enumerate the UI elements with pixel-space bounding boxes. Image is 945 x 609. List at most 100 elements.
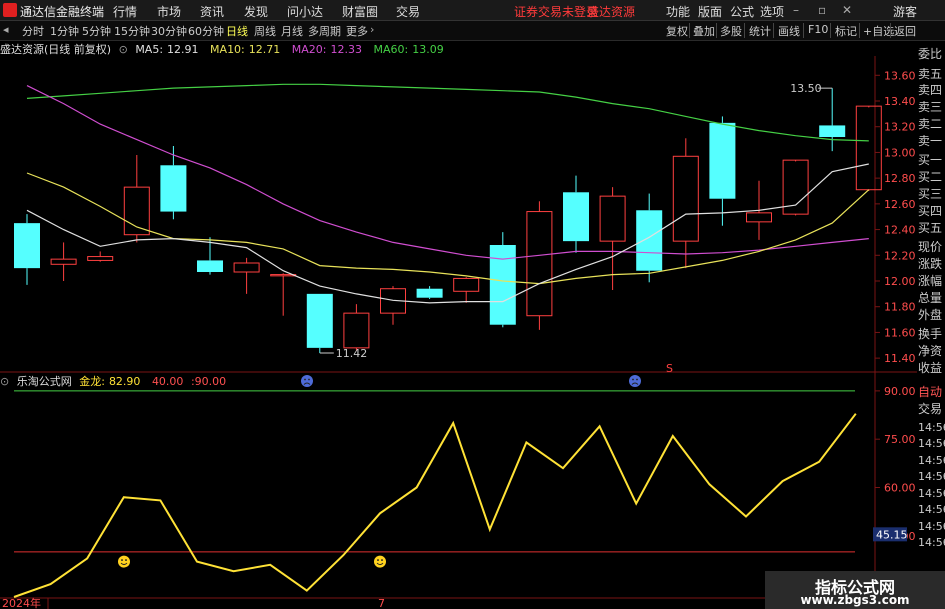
side-label-buy2[interactable]: 买二	[918, 168, 942, 185]
side-label-change-pct[interactable]: 涨幅	[918, 272, 942, 289]
tick-time: 14:56	[918, 503, 945, 516]
price-tick-label: 12.80	[884, 172, 916, 185]
tab-30min[interactable]: 30分钟	[151, 23, 187, 39]
tool-return[interactable]: 返回	[892, 23, 918, 39]
price-tick-label: 11.60	[884, 326, 916, 339]
tool-multi-stock[interactable]: 多股	[718, 23, 744, 39]
tool-draw[interactable]: 画线	[776, 23, 802, 39]
nav-back-icon[interactable]: ◂	[3, 23, 9, 36]
price-tick-label: 11.80	[884, 301, 916, 314]
tab-timeshare[interactable]: 分时	[22, 23, 44, 39]
tool-adjust[interactable]: 复权	[664, 23, 690, 39]
tab-more[interactable]: 更多	[346, 23, 368, 39]
signal-face	[118, 555, 130, 568]
chart-area[interactable]: 11.40 11.60 11.80 12.00 12.20 12.40 12.60 12.80…	[0, 41, 917, 609]
tool-overlay[interactable]: 叠加	[691, 23, 717, 39]
tab-multi-period[interactable]: 多周期	[308, 23, 341, 39]
candle-body	[855, 105, 882, 191]
side-label-sell5[interactable]: 卖五	[918, 65, 942, 82]
tab-1min[interactable]: 1分钟	[50, 23, 79, 39]
side-label-net-assets[interactable]: 净资	[918, 342, 942, 359]
indicator-tick-label: 75.00	[884, 433, 916, 446]
candle	[563, 175, 589, 253]
minimize-icon[interactable]: –	[793, 3, 799, 17]
menu-market[interactable]: 市场	[157, 3, 181, 20]
menu-ask[interactable]: 问小达	[287, 3, 323, 20]
side-label-change[interactable]: 涨跌	[918, 255, 942, 272]
candle	[343, 304, 370, 351]
candle	[306, 293, 333, 353]
date-label: 2024年	[2, 596, 41, 609]
menu-trade[interactable]: 交易	[396, 3, 420, 20]
side-label-turnover[interactable]: 换手	[918, 325, 942, 342]
toolbar-divider	[890, 23, 891, 38]
signal-face	[629, 375, 641, 387]
tab-15min[interactable]: 15分钟	[114, 23, 150, 39]
trade-label[interactable]: 交易	[918, 400, 942, 417]
candle	[270, 273, 297, 316]
side-label-sell2[interactable]: 卖二	[918, 115, 942, 132]
low-price-label: 11.42	[336, 347, 368, 360]
side-label-buy5[interactable]: 买五	[918, 219, 942, 236]
tick-time: 14:56	[918, 520, 945, 533]
toolbar-divider	[744, 23, 745, 38]
close-icon[interactable]: ✕	[842, 3, 852, 17]
restore-icon[interactable]: ▫	[818, 3, 826, 17]
menu-formula[interactable]: 公式	[730, 3, 754, 20]
side-label-buy1[interactable]: 买一	[918, 151, 942, 168]
indicator-tick-label: 90.00	[884, 385, 916, 398]
tool-statistics[interactable]: 统计	[747, 23, 773, 39]
indicator-series	[13, 375, 857, 598]
toolbar-divider	[773, 23, 774, 38]
candle-body	[746, 212, 772, 223]
indicator-tick-label: 60.00	[884, 482, 916, 495]
tick-time: 14:56	[918, 437, 945, 450]
menu-discover[interactable]: 发现	[244, 3, 268, 20]
candle-body	[636, 210, 663, 271]
side-label-price[interactable]: 现价	[918, 238, 942, 255]
tab-5min[interactable]: 5分钟	[82, 23, 111, 39]
side-label-sell4[interactable]: 卖四	[918, 81, 942, 98]
side-label-buy3[interactable]: 买三	[918, 185, 942, 202]
toolbar-divider	[716, 23, 717, 38]
tab-daily[interactable]: 日线	[226, 23, 248, 39]
tick-time: 14:56	[918, 470, 945, 483]
side-label-sell3[interactable]: 卖三	[918, 98, 942, 115]
tick-time: 14:56	[918, 536, 945, 549]
more-chevron-icon[interactable]: ›	[370, 23, 374, 36]
tab-weekly[interactable]: 周线	[254, 23, 276, 39]
signal-eye	[636, 378, 638, 381]
side-label-weibi[interactable]: 委比	[918, 45, 942, 62]
tool-f10[interactable]: F10	[806, 23, 830, 36]
trade-login-warning[interactable]: 证券交易未登录	[514, 3, 598, 20]
candle-body	[197, 260, 223, 272]
menu-news[interactable]: 资讯	[200, 3, 224, 20]
ma5-line	[26, 163, 869, 304]
signal-face	[374, 555, 386, 568]
menu-options[interactable]: 选项	[760, 3, 784, 20]
auto-trade-toggle[interactable]: 自动	[918, 383, 942, 400]
tool-mark[interactable]: 标记	[833, 23, 859, 39]
stock-name-title: 盛达资源	[587, 5, 636, 19]
side-label-eps[interactable]: 收益	[918, 359, 942, 376]
menu-function[interactable]: 功能	[666, 3, 690, 20]
side-label-outer[interactable]: 外盘	[918, 306, 942, 323]
tab-60min[interactable]: 60分钟	[188, 23, 224, 39]
signal-face	[301, 375, 313, 387]
side-label-sell1[interactable]: 卖一	[918, 132, 942, 149]
menu-quotes[interactable]: 行情	[113, 3, 137, 20]
app-logo-icon	[3, 3, 17, 17]
side-label-volume[interactable]: 总量	[918, 289, 942, 306]
tab-monthly[interactable]: 月线	[281, 23, 303, 39]
watermark-url: www.zbgs3.com	[800, 593, 910, 607]
menu-wealth[interactable]: 财富圈	[342, 3, 378, 20]
ma20-line	[26, 85, 869, 260]
buy-signal-icon	[118, 555, 130, 568]
menu-layout[interactable]: 版面	[698, 3, 722, 20]
side-label-buy4[interactable]: 买四	[918, 202, 942, 219]
candle	[14, 214, 40, 285]
guest-user[interactable]: 游客	[893, 3, 917, 20]
candle-body	[563, 192, 589, 242]
candle-body	[819, 125, 846, 137]
site-watermark: 指标公式网 www.zbgs3.com	[765, 571, 945, 609]
